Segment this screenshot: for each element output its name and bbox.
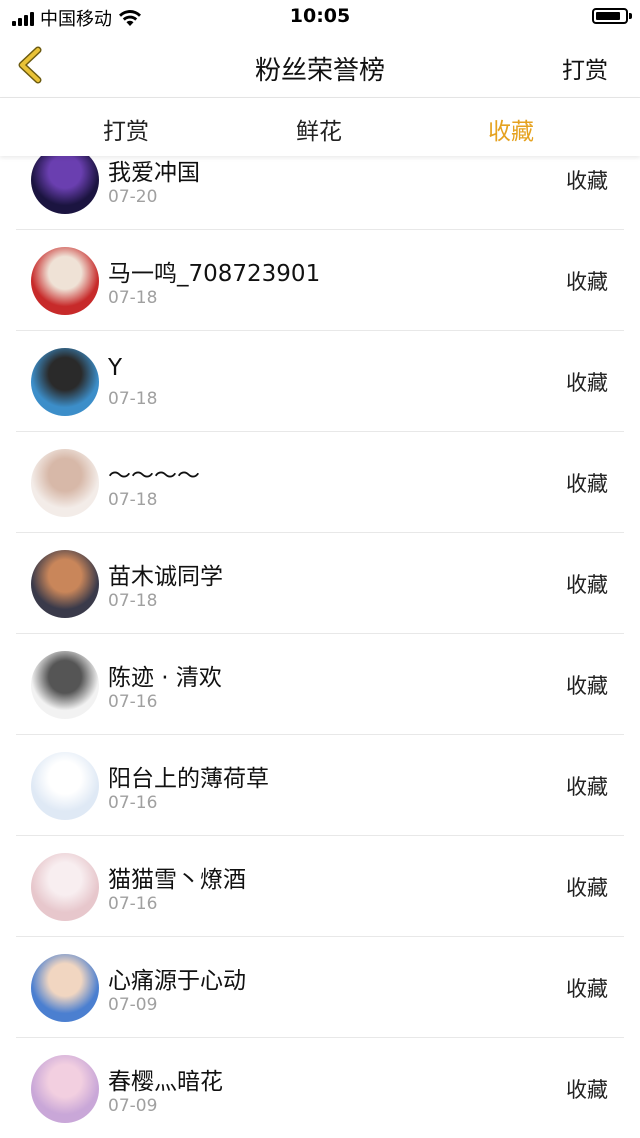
status-bar: 中国移动 10:05 — [0, 0, 640, 32]
action-label: 收藏 — [566, 1078, 608, 1102]
list-item[interactable]: 心痛源于心动 07-09 收藏 — [16, 937, 624, 1038]
fan-name: 苗木诚同学 — [108, 564, 223, 590]
avatar[interactable] — [31, 752, 99, 820]
fan-date: 07-16 — [108, 894, 158, 914]
fan-date: 07-16 — [108, 692, 158, 712]
avatar[interactable] — [31, 348, 99, 416]
avatar[interactable] — [31, 651, 99, 719]
action-label: 收藏 — [566, 674, 608, 698]
list-item[interactable]: 春樱灬暗花 07-09 收藏 — [16, 1038, 624, 1138]
fan-name: ～～～～ — [108, 463, 200, 489]
page-title: 粉丝荣誉榜 — [254, 56, 385, 86]
tab-flowers[interactable]: 鲜花 — [259, 112, 379, 146]
avatar[interactable] — [31, 853, 99, 921]
action-label: 收藏 — [566, 270, 608, 294]
fan-date: 07-16 — [108, 793, 158, 813]
fan-date: 07-09 — [108, 995, 158, 1015]
avatar[interactable] — [31, 449, 99, 517]
list-item[interactable]: 阳台上的薄荷草 07-16 收藏 — [16, 735, 624, 836]
fan-name: 陈迹 · 清欢 — [108, 665, 222, 691]
list-item[interactable]: 马一鸣_708723901 07-18 收藏 — [16, 230, 624, 331]
fan-name: 春樱灬暗花 — [108, 1069, 223, 1095]
fan-name: 心痛源于心动 — [108, 968, 246, 994]
battery-icon — [592, 8, 632, 24]
tab-reward[interactable]: 打赏 — [66, 112, 186, 146]
fan-list[interactable]: 我爱冲国 07-20 收藏 马一鸣_708723901 07-18 收藏 Y 07-18 收藏～… — [0, 130, 640, 1138]
avatar[interactable] — [31, 954, 99, 1022]
action-label: 收藏 — [566, 472, 608, 496]
tab-favorites[interactable]: 收藏 — [451, 112, 571, 146]
fan-date: 07-18 — [108, 288, 158, 308]
status-time: 10:05 — [289, 5, 351, 27]
fan-name: 阳台上的薄荷草 — [108, 766, 269, 792]
fan-name: 马一鸣_708723901 — [108, 261, 321, 287]
action-label: 收藏 — [566, 977, 608, 1001]
fan-date: 07-20 — [108, 187, 158, 207]
action-label: 收藏 — [566, 775, 608, 799]
avatar[interactable] — [31, 1055, 99, 1123]
fan-date: 07-09 — [108, 1096, 158, 1116]
avatar[interactable] — [31, 247, 99, 315]
avatar[interactable] — [31, 550, 99, 618]
fan-date: 07-18 — [108, 591, 158, 611]
reward-button[interactable]: 打赏 — [562, 51, 608, 85]
list-item[interactable]: 猫猫雪丶燎酒 07-16 收藏 — [16, 836, 624, 937]
nav-bar: 粉丝荣誉榜 打赏 — [0, 32, 640, 98]
fan-name: 我爱冲国 — [108, 160, 200, 186]
fan-date: 07-18 — [108, 490, 158, 510]
avatar[interactable] — [31, 146, 99, 214]
action-label: 收藏 — [566, 573, 608, 597]
fan-name: Y — [108, 355, 123, 381]
list-item[interactable]: ～～～～ 07-18 收藏 — [16, 432, 624, 533]
action-label: 收藏 — [566, 169, 608, 193]
list-item[interactable]: 苗木诚同学 07-18 收藏 — [16, 533, 624, 634]
action-label: 收藏 — [566, 876, 608, 900]
fan-name: 猫猫雪丶燎酒 — [108, 867, 246, 893]
list-item[interactable]: Y 07-18 收藏 — [16, 331, 624, 432]
list-item[interactable]: 陈迹 · 清欢 07-16 收藏 — [16, 634, 624, 735]
fan-date: 07-18 — [108, 389, 158, 409]
tab-bar: 打赏 鲜花 收藏 — [0, 98, 640, 156]
action-label: 收藏 — [566, 371, 608, 395]
